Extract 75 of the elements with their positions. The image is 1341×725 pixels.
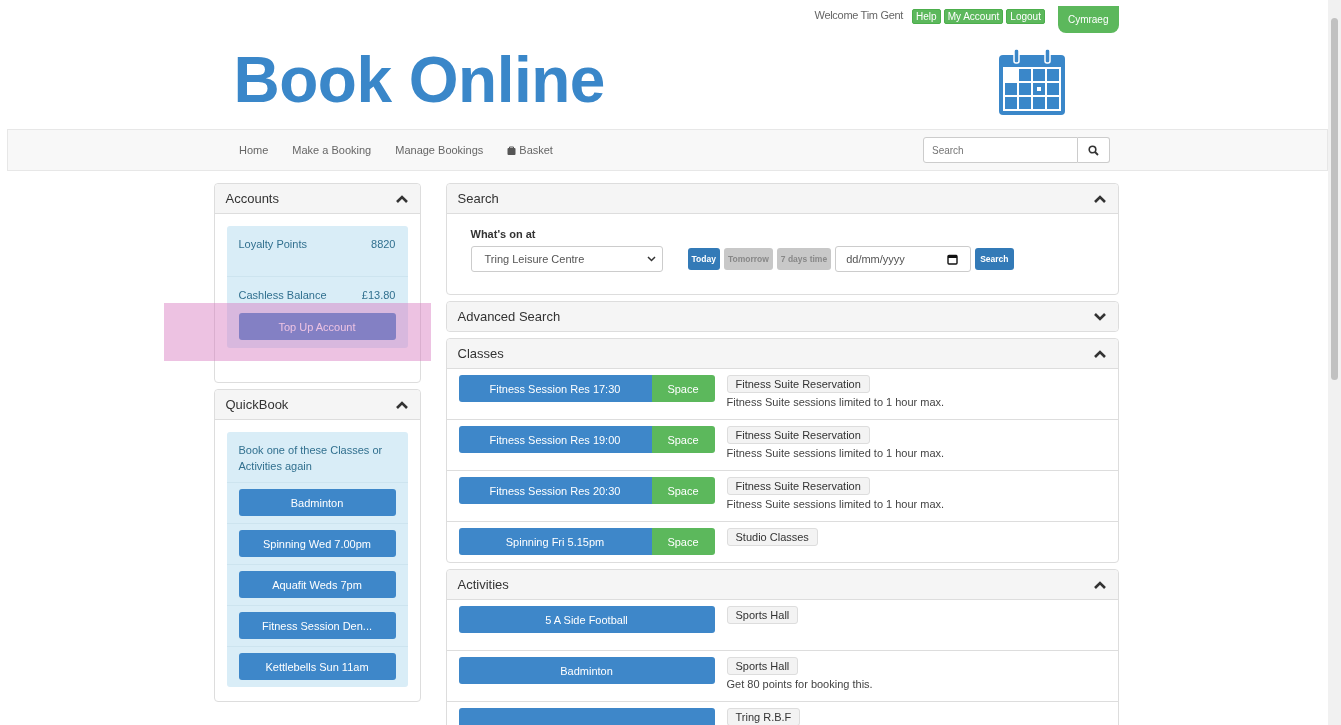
chevron-up-icon[interactable] — [1093, 580, 1106, 589]
location-tag: Studio Classes — [726, 528, 818, 546]
date-button[interactable]: 7 days time — [776, 248, 832, 270]
quickbook-button[interactable]: Badminton — [238, 489, 396, 516]
basket-icon — [507, 145, 517, 155]
panel-title: Activities — [457, 577, 509, 592]
chevron-up-icon[interactable] — [395, 400, 408, 409]
session-button[interactable]: Spinning Fri 5.15pm — [458, 528, 652, 555]
location-tag: Fitness Suite Reservation — [726, 426, 870, 444]
location-tag: Fitness Suite Reservation — [726, 477, 870, 495]
venue-label: What's on at — [470, 228, 537, 240]
quickbook-intro: Book one of these Classes or Activities again — [226, 432, 408, 483]
nav-link[interactable]: Make a Booking — [280, 144, 384, 156]
header-link[interactable]: Logout — [1006, 9, 1045, 24]
nav-link[interactable]: Home — [217, 144, 281, 156]
panel-title: Search — [457, 191, 499, 206]
availability-button[interactable]: Space — [651, 375, 715, 402]
panel-header[interactable]: Search — [446, 184, 1118, 214]
account-label: Loyalty Points — [238, 238, 307, 250]
chevron-up-icon[interactable] — [1093, 194, 1106, 203]
panel-title: QuickBook — [225, 397, 289, 412]
panel-header[interactable]: QuickBook — [214, 390, 420, 420]
venue-select[interactable]: Tring Leisure Centre — [470, 246, 663, 272]
location-tag: Tring R.B.F — [726, 708, 801, 725]
session-note: Fitness Suite sessions limited to 1 hour max. — [726, 396, 945, 408]
chevron-up-icon[interactable] — [395, 194, 408, 203]
panel-header[interactable]: Activities — [446, 570, 1118, 600]
session-note: Fitness Suite sessions limited to 1 hour max. — [726, 498, 945, 510]
header-link[interactable]: Help — [912, 9, 941, 24]
panel-title: Classes — [457, 346, 504, 361]
search-icon — [1088, 144, 1099, 156]
account-value: 8820 — [371, 238, 396, 250]
session-note: Get 80 points for booking this. — [726, 678, 873, 690]
session-button[interactable]: Badminton — [458, 657, 715, 684]
location-tag: Sports Hall — [726, 657, 799, 675]
quickbook-button[interactable]: Spinning Wed 7.00pm — [238, 530, 396, 557]
date-button[interactable]: Today — [687, 248, 720, 270]
chevron-down-icon[interactable] — [1093, 312, 1106, 321]
panel-title: Advanced Search — [457, 309, 561, 324]
search-field[interactable]: Search — [923, 137, 1078, 163]
availability-button[interactable]: Space — [651, 426, 715, 453]
session-button[interactable]: 5 A Side Football — [458, 606, 715, 633]
language-button[interactable]: Cymraeg — [1057, 6, 1119, 33]
session-note: Fitness Suite sessions limited to 1 hour max. — [726, 447, 945, 459]
panel-header[interactable]: Advanced Search — [446, 302, 1118, 331]
header-link[interactable]: My Account — [943, 9, 1004, 24]
account-label: Cashless Balance — [238, 289, 327, 301]
page-title: Book Online — [233, 42, 605, 117]
calendar-icon — [947, 253, 959, 265]
dropdown-caret-icon — [646, 256, 656, 262]
nav-link[interactable]: Basket — [495, 144, 565, 156]
nav-link[interactable]: Manage Bookings — [383, 144, 496, 156]
availability-button[interactable]: Space — [651, 477, 715, 504]
quickbook-button[interactable]: Aquafit Weds 7pm — [238, 571, 396, 598]
search-button[interactable]: Search — [975, 248, 1014, 270]
chevron-up-icon[interactable] — [1093, 349, 1106, 358]
top-up-button[interactable]: Top Up Account — [238, 313, 396, 340]
location-tag: Sports Hall — [726, 606, 799, 624]
date-field[interactable]: dd/mm/yyyy — [835, 246, 972, 272]
availability-button[interactable]: Space — [651, 528, 715, 555]
location-tag: Fitness Suite Reservation — [726, 375, 870, 393]
quickbook-button[interactable]: Kettlebells Sun 11am — [238, 653, 396, 680]
search-button[interactable] — [1078, 137, 1110, 163]
session-button[interactable]: Fitness Session Res 19:00 — [458, 426, 652, 453]
account-value: £13.80 — [361, 289, 396, 301]
session-button[interactable]: Fitness Session Res 17:30 — [458, 375, 652, 402]
panel-title: Accounts — [225, 191, 279, 206]
panel-header[interactable]: Classes — [446, 339, 1118, 369]
welcome-text: Welcome Tim Gent — [814, 9, 904, 21]
calendar-icon — [996, 48, 1067, 117]
date-button[interactable]: Tomorrow — [723, 248, 773, 270]
panel-header[interactable]: Accounts — [214, 184, 420, 214]
quickbook-button[interactable]: Fitness Session Den... — [238, 612, 396, 639]
session-button[interactable]: Fitness Session Res 20:30 — [458, 477, 652, 504]
scrollbar[interactable] — [1328, 0, 1341, 725]
